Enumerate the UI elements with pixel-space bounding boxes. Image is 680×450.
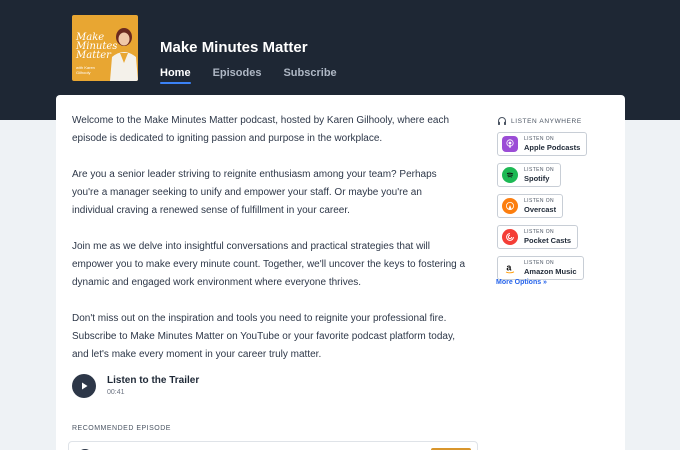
host-portrait-icon xyxy=(110,28,138,81)
tab-home[interactable]: Home xyxy=(160,67,191,84)
description-paragraph: Welcome to the Make Minutes Matter podca… xyxy=(72,115,450,144)
listen-anywhere-label: LISTEN ANYWHERE xyxy=(511,117,582,125)
show-title: Make Minutes Matter xyxy=(160,39,308,56)
platform-list: LISTEN ON Apple Podcasts LISTEN ON Spotify… xyxy=(497,132,588,287)
listen-on-amazon-music-button[interactable]: a LISTEN ON Amazon Music xyxy=(497,256,584,280)
spotify-icon xyxy=(502,167,518,183)
trailer-label[interactable]: Listen to the Trailer xyxy=(107,374,199,387)
tab-episodes[interactable]: Episodes xyxy=(213,67,262,83)
listen-on-overcast-button[interactable]: LISTEN ON Overcast xyxy=(497,194,564,218)
listen-on-label: LISTEN ON xyxy=(524,260,554,266)
platform-name: Spotify xyxy=(524,174,550,183)
recommended-episode-card[interactable] xyxy=(68,441,478,450)
content-card: Welcome to the Make Minutes Matter podca… xyxy=(56,95,625,450)
listen-on-spotify-button[interactable]: LISTEN ON Spotify xyxy=(497,163,561,187)
cover-subtitle: with Karen Gilhooly xyxy=(76,65,95,75)
trailer-duration: 00:41 xyxy=(107,389,125,396)
listen-on-label: LISTEN ON xyxy=(524,229,554,235)
svg-text:a: a xyxy=(506,263,512,273)
platform-name: Apple Podcasts xyxy=(524,143,581,152)
trailer-info: Listen to the Trailer 00:41 xyxy=(107,374,199,398)
listen-on-pocket-casts-button[interactable]: LISTEN ON Pocket Casts xyxy=(497,225,579,249)
main-nav: Home Episodes Subscribe xyxy=(160,67,337,84)
overcast-icon xyxy=(502,198,518,214)
listen-on-label: LISTEN ON xyxy=(524,167,554,173)
play-trailer-button[interactable] xyxy=(72,374,96,398)
listen-on-apple-podcasts-button[interactable]: LISTEN ON Apple Podcasts xyxy=(497,132,588,156)
description-paragraph: Don't miss out on the inspiration and to… xyxy=(72,313,455,360)
podcast-cover-art[interactable]: Make Minutes Matter with Karen Gilhooly xyxy=(72,15,138,81)
more-options-link[interactable]: More Options » xyxy=(496,279,547,286)
listen-anywhere-heading: LISTEN ANYWHERE xyxy=(497,116,582,126)
pocket-casts-icon xyxy=(502,229,518,245)
trailer-player: Listen to the Trailer 00:41 xyxy=(72,374,199,398)
play-icon xyxy=(82,382,88,390)
listen-on-label: LISTEN ON xyxy=(524,198,554,204)
platform-name: Pocket Casts xyxy=(524,236,572,245)
apple-podcasts-icon xyxy=(502,136,518,152)
listen-on-label: LISTEN ON xyxy=(524,136,554,142)
recommended-heading: RECOMMENDED EPISODE xyxy=(72,425,171,432)
podcast-description: Welcome to the Make Minutes Matter podca… xyxy=(72,112,466,382)
description-paragraph: Join me as we delve into insightful conv… xyxy=(72,241,466,288)
description-paragraph: Are you a senior leader striving to reig… xyxy=(72,169,437,216)
platform-name: Overcast xyxy=(524,205,557,214)
amazon-music-icon: a xyxy=(502,260,518,276)
headphones-icon xyxy=(498,117,506,125)
tab-subscribe[interactable]: Subscribe xyxy=(283,67,336,83)
cover-title: Make Minutes Matter xyxy=(76,32,118,61)
platform-name: Amazon Music xyxy=(524,267,577,276)
